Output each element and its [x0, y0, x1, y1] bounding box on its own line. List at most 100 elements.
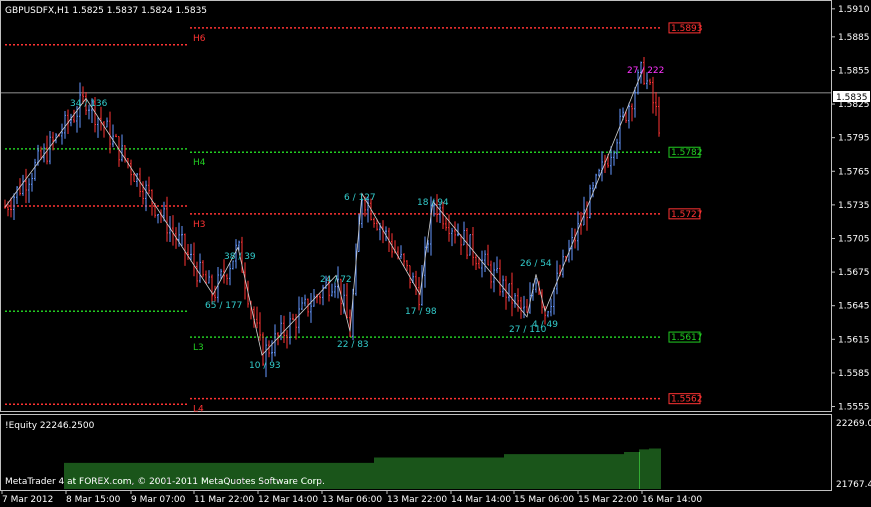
- level-name-l4: L4: [193, 405, 204, 415]
- zigzag-label: 26 / 54: [520, 259, 552, 269]
- candle: [406, 260, 408, 271]
- candle: [151, 189, 153, 216]
- candle: [190, 243, 192, 262]
- price-axis-label: 1.5555: [838, 403, 870, 413]
- candle: [535, 278, 537, 293]
- chart-canvas[interactable]: H6 1.5893 H4 1.5782 H3 1.5727 L3 1.5617 L4 1.5562…: [0, 0, 871, 507]
- candle: [172, 215, 174, 246]
- candle: [547, 310, 549, 318]
- candle: [301, 297, 303, 311]
- time-axis-label: 11 Mar 22:00: [194, 495, 254, 505]
- equity-axis-label-top: 22269.0: [836, 419, 871, 429]
- candle: [583, 196, 585, 226]
- level-name-l3: L3: [193, 343, 204, 353]
- candle: [256, 306, 258, 329]
- candle: [490, 260, 492, 289]
- candle: [550, 298, 552, 317]
- candle: [307, 298, 309, 317]
- time-axis-label: 15 Mar 22:00: [578, 495, 638, 505]
- price-axis-label: 1.5705: [838, 234, 870, 244]
- candle: [109, 111, 111, 154]
- candle: [112, 124, 114, 148]
- zigzag-label: 27 / 222: [627, 66, 664, 76]
- candle: [508, 283, 510, 302]
- candle: [475, 253, 477, 271]
- candle: [73, 109, 75, 123]
- candle: [292, 313, 294, 321]
- time-axis-label: 14 Mar 14:00: [451, 495, 511, 505]
- candle: [331, 283, 333, 297]
- zigzag-label: 10 / 93: [249, 361, 281, 371]
- candle: [400, 245, 402, 260]
- candle: [655, 91, 657, 116]
- zigzag-label: 4 / 49: [532, 320, 558, 330]
- candle: [181, 226, 183, 247]
- candle: [373, 217, 375, 228]
- time-axis-label: 8 Mar 15:00: [66, 495, 121, 505]
- candle: [454, 221, 456, 244]
- candle: [229, 263, 231, 286]
- candle: [202, 260, 204, 278]
- candle: [22, 174, 24, 196]
- candle: [304, 294, 306, 307]
- candle: [649, 78, 651, 85]
- candle: [448, 214, 450, 242]
- candle: [103, 121, 105, 138]
- level-price-label-h6: 1.5893: [671, 24, 703, 34]
- candle: [511, 272, 513, 317]
- candle: [106, 117, 108, 128]
- level-price-label-h3: 1.5727: [671, 210, 703, 220]
- candle: [16, 186, 18, 204]
- candle: [226, 273, 228, 285]
- candle: [319, 293, 321, 305]
- price-axis-label: 1.5675: [838, 268, 870, 278]
- candle: [310, 292, 312, 323]
- price-axis-label: 1.5910: [838, 5, 870, 15]
- time-axis-label: 12 Mar 14:00: [258, 495, 318, 505]
- candle: [658, 96, 660, 137]
- candle: [31, 172, 33, 192]
- time-axis-label: 13 Mar 22:00: [387, 495, 447, 505]
- level-name-h3: H3: [193, 220, 206, 230]
- candle: [619, 108, 621, 150]
- candle: [130, 159, 132, 186]
- candle: [514, 292, 516, 308]
- candle: [460, 234, 462, 255]
- time-axis-label: 13 Mar 06:00: [322, 495, 382, 505]
- candle: [517, 288, 519, 312]
- candle: [286, 330, 288, 349]
- candle: [25, 168, 27, 204]
- candle: [499, 259, 501, 296]
- candle: [208, 270, 210, 284]
- candle: [115, 133, 117, 138]
- level-price-label-h4: 1.5782: [671, 148, 703, 158]
- candle: [199, 253, 201, 283]
- candle: [136, 172, 138, 187]
- candle: [280, 315, 282, 341]
- candle: [214, 285, 216, 302]
- candle: [481, 250, 483, 278]
- candle: [451, 227, 453, 247]
- zigzag-label: 65 / 177: [205, 301, 242, 311]
- price-axis-label: 1.5765: [838, 167, 870, 177]
- candle: [289, 311, 291, 345]
- price-axis-label: 1.5885: [838, 33, 870, 43]
- time-axis-label: 9 Mar 07:00: [131, 495, 186, 505]
- candle: [205, 270, 207, 284]
- level-name-h4: H4: [193, 158, 206, 168]
- zigzag-label: 24 / 72: [320, 275, 352, 285]
- candle: [415, 270, 417, 296]
- candle: [43, 143, 45, 163]
- level-price-label-l3: 1.5617: [671, 333, 703, 343]
- price-axis-label: 1.5855: [838, 66, 870, 76]
- level-name-h6: H6: [193, 34, 206, 44]
- candle: [523, 295, 525, 319]
- candle: [121, 134, 123, 162]
- candle: [100, 106, 102, 131]
- chart-header: GBPUSDFX,H1 1.5825 1.5837 1.5824 1.5835: [5, 6, 207, 16]
- candle: [346, 282, 348, 319]
- candle: [556, 260, 558, 295]
- time-axis-label: 15 Mar 06:00: [514, 495, 574, 505]
- candle: [496, 256, 498, 274]
- price-axis-label: 1.5735: [838, 201, 870, 211]
